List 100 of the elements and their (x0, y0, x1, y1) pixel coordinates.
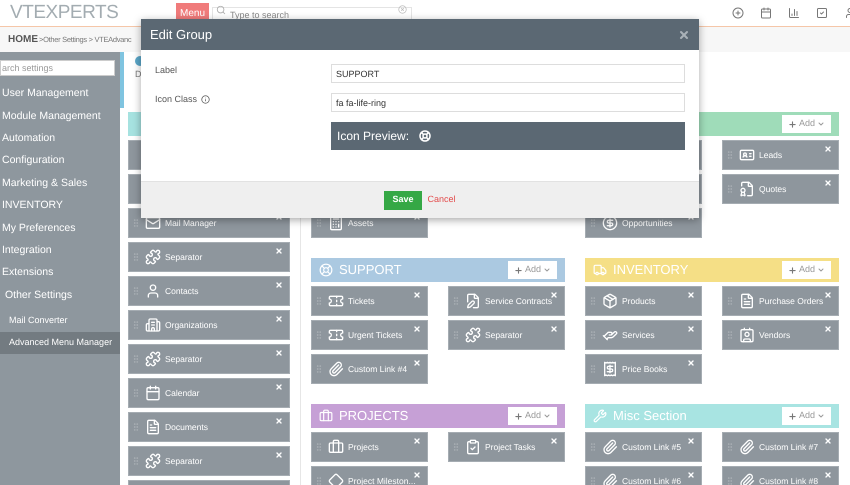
remove-button[interactable] (550, 437, 558, 445)
remove-button[interactable] (824, 325, 832, 333)
menu-item-card[interactable]: Separator (128, 344, 290, 374)
remove-button[interactable] (687, 291, 695, 299)
menu-item-card[interactable]: Urgent Tickets (311, 320, 428, 350)
checkbox-icon[interactable] (816, 7, 828, 19)
drag-handle-icon[interactable] (588, 218, 598, 228)
menu-item-card[interactable]: Organizations (128, 310, 290, 340)
drag-handle-icon[interactable] (725, 476, 735, 485)
remove-button[interactable] (275, 417, 283, 425)
drag-handle-icon[interactable] (314, 218, 324, 228)
drag-handle-icon[interactable] (588, 442, 598, 452)
remove-button[interactable] (275, 349, 283, 357)
calendar-icon[interactable] (760, 7, 772, 19)
menu-item-card[interactable]: Products (585, 286, 702, 316)
drag-handle-icon[interactable] (314, 364, 324, 374)
drag-handle-icon[interactable] (314, 442, 324, 452)
drag-handle-icon[interactable] (131, 422, 141, 432)
close-button[interactable] (678, 28, 690, 40)
menu-item-card[interactable]: Service Contracts (448, 286, 565, 316)
remove-button[interactable] (413, 471, 421, 479)
sidebar-item[interactable]: Configuration (0, 150, 120, 173)
remove-button[interactable] (413, 437, 421, 445)
sidebar-item[interactable]: Marketing & Sales (0, 172, 120, 195)
drag-handle-icon[interactable] (131, 388, 141, 398)
logo[interactable]: VTEXPERTS (10, 2, 118, 23)
sidebar-item[interactable]: User Management (0, 83, 120, 106)
add-button[interactable]: Add (508, 407, 557, 425)
drag-handle-icon[interactable] (131, 320, 141, 330)
drag-handle-icon[interactable] (131, 456, 141, 466)
menu-item-card[interactable]: Services (585, 320, 702, 350)
remove-button[interactable] (687, 359, 695, 367)
menu-item-card[interactable]: Separator (128, 446, 290, 476)
sidebar-subitem[interactable]: Advanced Menu Manager (0, 332, 120, 354)
sidebar-subitem[interactable]: Mail Converter (0, 310, 120, 332)
remove-button[interactable] (275, 451, 283, 459)
cancel-link[interactable]: Cancel (428, 193, 456, 207)
menu-item-card[interactable]: Quotes (722, 174, 839, 204)
drag-handle-icon[interactable] (131, 286, 141, 296)
menu-item-card[interactable]: Separator (448, 320, 565, 350)
menu-item-card[interactable]: Documents (128, 412, 290, 442)
drag-handle-icon[interactable] (588, 476, 598, 485)
drag-handle-icon[interactable] (725, 330, 735, 340)
drag-handle-icon[interactable] (725, 296, 735, 306)
drag-handle-icon[interactable] (588, 296, 598, 306)
clear-icon[interactable] (398, 5, 408, 14)
drag-handle-icon[interactable] (588, 330, 598, 340)
remove-button[interactable] (275, 315, 283, 323)
sidebar-item[interactable]: Module Management (0, 105, 120, 128)
remove-button[interactable] (687, 437, 695, 445)
drag-handle-icon[interactable] (451, 330, 461, 340)
add-button[interactable]: Add (782, 261, 831, 279)
remove-button[interactable] (550, 325, 558, 333)
menu-item-card[interactable]: Separator (128, 242, 290, 272)
add-icon[interactable] (732, 7, 744, 19)
remove-button[interactable] (824, 471, 832, 479)
menu-item-card[interactable]: Custom Link #7 (722, 432, 839, 462)
remove-button[interactable] (824, 291, 832, 299)
breadcrumb-home[interactable]: HOME (8, 32, 38, 47)
menu-item-card[interactable]: Projects (311, 432, 428, 462)
menu-item-card[interactable]: Custom Link #6 (585, 466, 702, 485)
menu-item-card[interactable]: Price Books (585, 354, 702, 384)
sidebar-item[interactable]: Extensions (0, 262, 120, 285)
menu-item-card[interactable]: Custom Link #5 (585, 432, 702, 462)
add-button[interactable]: Add (508, 261, 557, 279)
remove-button[interactable] (550, 291, 558, 299)
drag-handle-icon[interactable] (588, 364, 598, 374)
drag-handle-icon[interactable] (131, 218, 141, 228)
sidebar-item[interactable]: Automation (0, 128, 120, 150)
menu-item-card[interactable]: Custom Link #4 (311, 354, 428, 384)
remove-button[interactable] (275, 383, 283, 391)
save-button[interactable]: Save (384, 190, 422, 210)
menu-item-card[interactable]: Project Tasks (448, 432, 565, 462)
remove-button[interactable] (275, 247, 283, 255)
remove-button[interactable] (413, 291, 421, 299)
text-field[interactable]: fa fa-life-ring (331, 93, 685, 112)
text-field[interactable]: SUPPORT (331, 64, 685, 83)
drag-handle-icon[interactable] (725, 184, 735, 194)
menu-item-card[interactable]: Vendors (722, 320, 839, 350)
menu-item-card[interactable]: Leads (722, 140, 839, 170)
sidebar-item[interactable]: Integration (0, 240, 120, 262)
remove-button[interactable] (275, 281, 283, 289)
drag-handle-icon[interactable] (131, 252, 141, 262)
menu-item-card[interactable]: Custom Link #8 (722, 466, 839, 485)
menu-item-card[interactable]: Tickets (311, 286, 428, 316)
sidebar-item[interactable]: Other Settings (0, 284, 120, 307)
remove-button[interactable] (824, 179, 832, 187)
menu-item-card[interactable]: Contacts (128, 276, 290, 306)
drag-handle-icon[interactable] (451, 442, 461, 452)
menu-item-card[interactable]: Calendar (128, 378, 290, 408)
add-button[interactable]: Add (782, 407, 831, 425)
drag-handle-icon[interactable] (725, 442, 735, 452)
sidebar-item[interactable]: INVENTORY (0, 194, 120, 218)
drag-handle-icon[interactable] (725, 150, 735, 160)
remove-button[interactable] (687, 325, 695, 333)
drag-handle-icon[interactable] (314, 330, 324, 340)
remove-button[interactable] (824, 437, 832, 445)
remove-button[interactable] (413, 359, 421, 367)
add-button[interactable]: Add (782, 115, 831, 133)
remove-button[interactable] (824, 145, 832, 153)
